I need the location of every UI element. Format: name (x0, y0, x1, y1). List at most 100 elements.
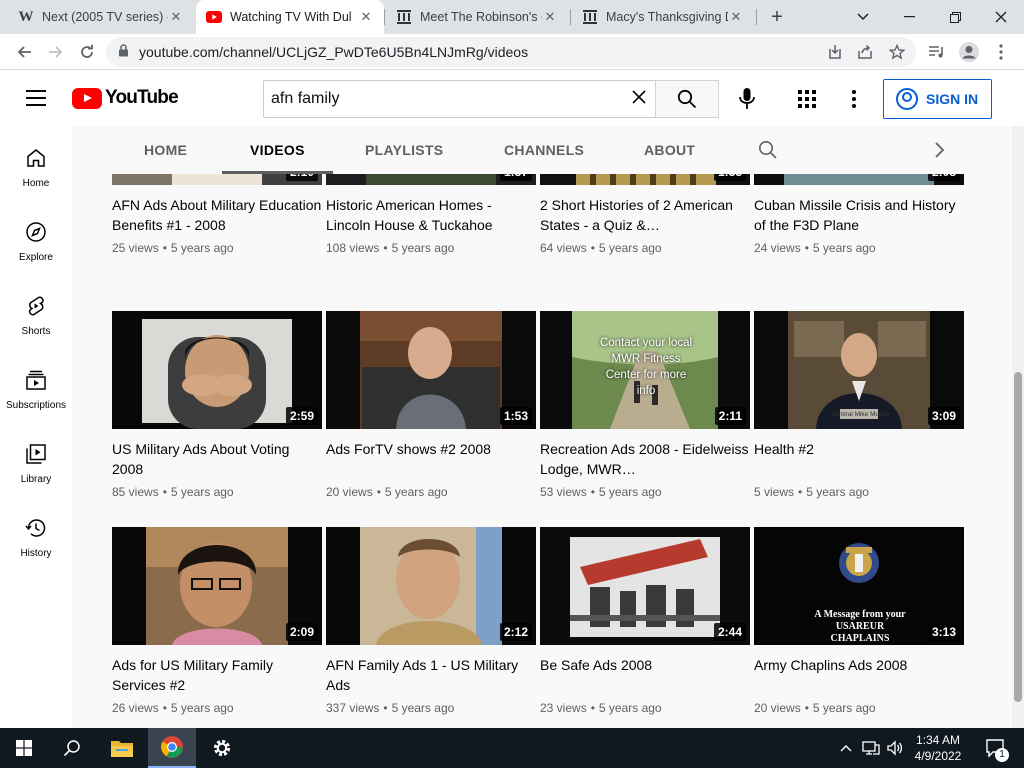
address-bar[interactable]: youtube.com/channel/UCLjGZ_PwDTe6U5Bn4LN… (106, 37, 916, 67)
profile-icon[interactable] (956, 40, 982, 64)
minimize-icon[interactable] (886, 0, 932, 34)
rail-label: Home (22, 178, 50, 189)
upload-age: 5 years ago (391, 701, 455, 715)
rail-item-library[interactable]: Library (0, 422, 72, 496)
install-icon[interactable] (822, 40, 848, 64)
chevron-right-icon[interactable] (934, 140, 946, 160)
video-thumbnail[interactable]: 2:44 (540, 527, 750, 645)
video-duration: 2:12 (499, 623, 532, 641)
network-icon[interactable] (860, 728, 882, 768)
video-card[interactable]: 2:12 AFN Family Ads 1 - US Military Ads … (326, 527, 536, 728)
back-icon[interactable] (12, 40, 38, 64)
view-count: 85 views (112, 485, 159, 499)
forward-icon[interactable] (42, 40, 68, 64)
voice-search-button[interactable] (733, 84, 761, 114)
close-tab-icon[interactable]: ✕ (168, 9, 184, 25)
browser-tab-title: Watching TV With Dul (230, 10, 352, 24)
rail-item-shorts[interactable]: Shorts (0, 274, 72, 348)
start-button[interactable] (0, 728, 48, 768)
rail-item-history[interactable]: History (0, 496, 72, 570)
close-tab-icon[interactable]: ✕ (358, 9, 374, 25)
channel-tabs: HOME VIDEOS PLAYLISTS CHANNELS ABOUT (72, 126, 1012, 174)
show-hidden-icons-chevron-icon[interactable] (836, 728, 856, 768)
video-title[interactable]: US Military Ads About Voting 2008 (112, 439, 322, 479)
youtube-logo[interactable]: YouTube (72, 87, 179, 109)
tab-videos[interactable]: VIDEOS (250, 126, 305, 174)
settings-more-icon[interactable] (846, 88, 862, 110)
scrollbar-thumb[interactable] (1014, 372, 1022, 702)
video-thumbnail[interactable]: Contact your local MWR Fitness Center fo… (540, 311, 750, 429)
reload-icon[interactable] (74, 40, 100, 64)
video-title[interactable]: Ads for US Military Family Services #2 (112, 655, 322, 695)
browser-tab-wikipedia[interactable]: W Next (2005 TV series) - ✕ (8, 0, 194, 34)
taskbar-file-explorer[interactable] (98, 728, 146, 768)
tab-playlists[interactable]: PLAYLISTS (365, 126, 443, 174)
video-title[interactable]: Historic American Homes - Lincoln House … (326, 195, 536, 235)
shorts-icon (28, 296, 44, 316)
clear-search-icon[interactable] (631, 89, 647, 110)
tab-about[interactable]: ABOUT (644, 126, 695, 174)
video-thumbnail[interactable]: 2:59 (112, 311, 322, 429)
history-icon (25, 519, 46, 537)
video-thumbnail[interactable]: Admiral Mike Mullen 3:09 (754, 311, 964, 429)
view-count: 108 views (326, 241, 380, 255)
tab-home[interactable]: HOME (144, 126, 187, 174)
bookmark-star-icon[interactable] (884, 40, 910, 64)
restore-icon[interactable] (932, 0, 978, 34)
view-count: 24 views (754, 241, 801, 255)
video-title[interactable]: Health #2 (754, 439, 964, 459)
search-input[interactable]: afn family (263, 80, 655, 118)
video-card[interactable]: 2:09 Ads for US Military Family Services… (112, 527, 322, 728)
mini-guide: Home Explore Shorts Subscriptions Librar… (0, 126, 72, 728)
video-thumbnail[interactable]: 2:09 (112, 527, 322, 645)
video-thumbnail[interactable]: 1:53 (326, 311, 536, 429)
browser-tab-strip: W Next (2005 TV series) - ✕ Watching TV … (0, 0, 1024, 34)
video-title[interactable]: Recreation Ads 2008 - Eidelweiss Lodge, … (540, 439, 750, 479)
video-thumbnail[interactable]: 2:12 (326, 527, 536, 645)
close-tab-icon[interactable]: ✕ (728, 9, 744, 25)
taskbar-clock[interactable]: 1:34 AM 4/9/2022 (904, 732, 972, 764)
page-scrollbar[interactable] (1012, 126, 1024, 728)
channel-search-icon[interactable] (758, 140, 778, 160)
video-card[interactable]: A Message from your USAREUR CHAPLAINS 3:… (754, 527, 964, 728)
volume-icon[interactable] (884, 728, 906, 768)
archive-icon (582, 9, 598, 25)
share-icon[interactable] (852, 40, 878, 64)
rail-item-subscriptions[interactable]: Subscriptions (0, 348, 72, 422)
video-thumbnail[interactable]: A Message from your USAREUR CHAPLAINS 3:… (754, 527, 964, 645)
video-title[interactable]: Be Safe Ads 2008 (540, 655, 750, 675)
tab-search-icon[interactable] (840, 0, 886, 34)
rail-item-explore[interactable]: Explore (0, 200, 72, 274)
new-tab-icon[interactable]: + (762, 0, 792, 34)
video-card[interactable]: 1:53 Ads ForTV shows #2 2008 20 views • 5 … (326, 311, 536, 521)
browser-tab-archive-2[interactable]: Macy's Thanksgiving D ✕ (572, 0, 754, 34)
video-title[interactable]: AFN Family Ads 1 - US Military Ads (326, 655, 536, 695)
video-card[interactable]: Contact your local MWR Fitness Center fo… (540, 311, 750, 521)
close-tab-icon[interactable]: ✕ (542, 9, 558, 25)
video-card[interactable]: 2:59 US Military Ads About Voting 2008 8… (112, 311, 322, 521)
taskbar-chrome[interactable] (148, 728, 196, 768)
video-card[interactable]: Admiral Mike Mullen 3:09 Health #2 5 vie… (754, 311, 964, 521)
video-title[interactable]: 2 Short Histories of 2 American States -… (540, 195, 750, 235)
youtube-header: YouTube afn family SIGN IN (0, 70, 1024, 126)
action-center-button[interactable]: 1 (980, 728, 1010, 768)
browser-menu-icon[interactable] (988, 40, 1014, 64)
taskbar-settings[interactable] (198, 728, 246, 768)
browser-tab-youtube[interactable]: Watching TV With Dul ✕ (196, 0, 384, 34)
video-duration: 3:09 (927, 407, 960, 425)
video-title[interactable]: Army Chaplins Ads 2008 (754, 655, 964, 675)
guide-menu-icon[interactable] (26, 90, 46, 111)
media-control-icon[interactable] (924, 40, 950, 64)
browser-tab-archive-1[interactable]: Meet The Robinson's ( ✕ (386, 0, 568, 34)
sign-in-button[interactable]: SIGN IN (883, 79, 992, 119)
apps-grid-icon[interactable] (796, 88, 818, 110)
rail-item-home[interactable]: Home (0, 126, 72, 200)
video-title[interactable]: AFN Ads About Military Education Benefit… (112, 195, 322, 235)
close-window-icon[interactable] (978, 0, 1024, 34)
search-button[interactable] (655, 80, 719, 118)
taskbar-search-button[interactable] (48, 728, 96, 768)
tab-channels[interactable]: CHANNELS (504, 126, 584, 174)
video-card[interactable]: 2:44 Be Safe Ads 2008 23 views • 5 years a… (540, 527, 750, 728)
video-title[interactable]: Ads ForTV shows #2 2008 (326, 439, 536, 459)
video-title[interactable]: Cuban Missile Crisis and History of the … (754, 195, 964, 235)
